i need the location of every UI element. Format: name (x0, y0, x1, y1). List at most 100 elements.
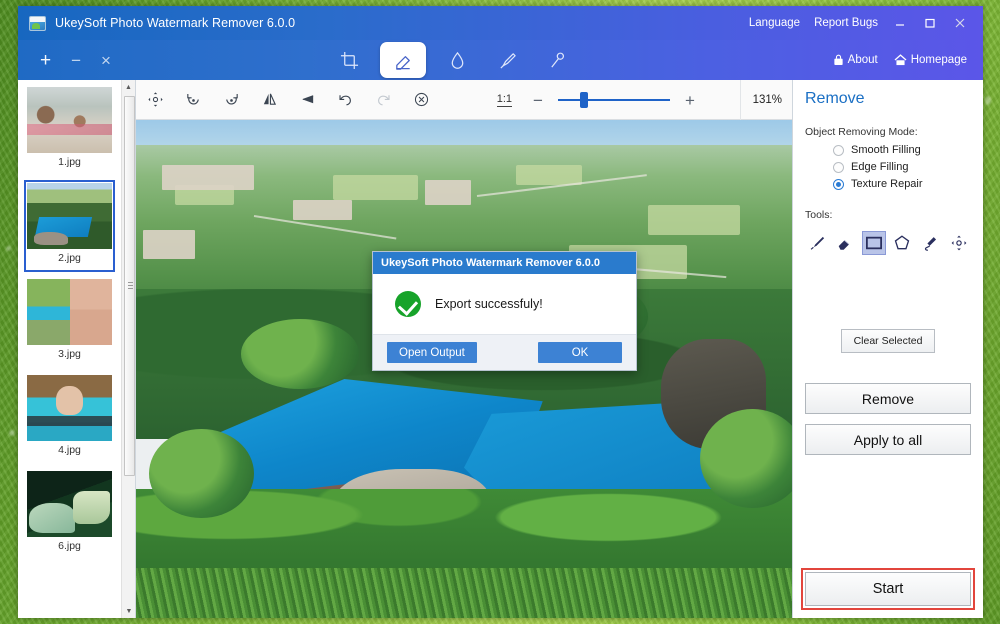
scroll-down-icon[interactable]: ▼ (122, 604, 135, 618)
language-link[interactable]: Language (742, 17, 807, 29)
move-selection-tool[interactable] (947, 231, 971, 255)
lock-icon (834, 54, 843, 66)
edit-toolbar: 1:1 − + 131% (136, 80, 792, 120)
lasso-select-tool[interactable] (918, 231, 942, 255)
homepage-label: Homepage (910, 54, 967, 66)
clear-selected-wrapper: Clear Selected (805, 329, 971, 353)
radio-icon (833, 161, 844, 173)
rotate-left-tool[interactable] (174, 80, 212, 120)
zoom-slider-handle[interactable] (580, 92, 588, 108)
thumbnail-label: 1.jpg (58, 156, 81, 168)
undo-tool[interactable] (326, 80, 364, 120)
pan-tool[interactable] (136, 80, 174, 120)
clear-files-button[interactable]: × (101, 52, 111, 69)
list-item[interactable]: 1.jpg (24, 84, 115, 176)
tool-tabs (324, 40, 582, 80)
tab-watermark[interactable] (432, 40, 482, 80)
flip-vertical-tool[interactable] (288, 80, 326, 120)
canvas-column: 1:1 − + 131% UkeySoft Photo Watermark Re… (136, 80, 793, 618)
flip-horizontal-tool[interactable] (250, 80, 288, 120)
tab-bar-right: About Homepage (827, 40, 973, 80)
about-label: About (847, 54, 878, 66)
dialog-body: Export successfuly! (373, 274, 636, 334)
start-button[interactable]: Start (805, 572, 971, 606)
radio-icon (833, 144, 844, 156)
photo-icon (29, 15, 46, 31)
dialog-footer: Open Output OK (373, 334, 636, 370)
thumbnail-scrollbar[interactable]: ▲ ▼ (121, 80, 135, 618)
zoom-slider[interactable] (558, 92, 670, 108)
mode-label-text: Texture Repair (851, 178, 923, 190)
apply-to-all-button[interactable]: Apply to all (805, 424, 971, 455)
thumbnail-label: 2.jpg (58, 252, 81, 264)
polygon-select-tool[interactable] (890, 231, 914, 255)
image-canvas[interactable]: UkeySoft Photo Watermark Remover 6.0.0 E… (136, 120, 792, 618)
scroll-up-icon[interactable]: ▲ (122, 80, 135, 94)
about-link[interactable]: About (827, 54, 884, 66)
zoom-percent-label: 131% (739, 80, 782, 120)
tab-crop[interactable] (324, 40, 374, 80)
mode-tab-bar: + − × About Homepage (18, 40, 983, 80)
desktop-highlight (9, 430, 15, 436)
desktop-highlight (985, 96, 991, 105)
tab-retouch[interactable] (482, 40, 532, 80)
title-bar: UkeySoft Photo Watermark Remover 6.0.0 L… (18, 6, 983, 40)
mode-radio-group: Smooth Filling Edge Filling Texture Repa… (833, 144, 971, 195)
maximize-button[interactable] (915, 8, 945, 38)
list-item[interactable]: 4.jpg (24, 372, 115, 464)
report-bugs-link[interactable]: Report Bugs (807, 17, 885, 29)
tool-buttons (805, 231, 971, 255)
open-output-button[interactable]: Open Output (387, 342, 477, 363)
window-title: UkeySoft Photo Watermark Remover 6.0.0 (55, 16, 296, 30)
brush-tool[interactable] (805, 231, 829, 255)
reset-tool[interactable] (402, 80, 440, 120)
home-icon (894, 54, 907, 66)
zoom-slider-track (558, 99, 670, 101)
file-buttons: + − × (40, 51, 111, 70)
zoom-out-button[interactable]: − (528, 90, 548, 110)
rectangle-select-tool[interactable] (861, 231, 887, 255)
minimize-button[interactable] (885, 8, 915, 38)
remove-button[interactable]: Remove (805, 383, 971, 414)
mode-label-text: Smooth Filling (851, 144, 921, 156)
panel-title: Remove (805, 90, 865, 107)
dialog-title: UkeySoft Photo Watermark Remover 6.0.0 (373, 252, 636, 274)
clear-selected-button[interactable]: Clear Selected (840, 329, 936, 353)
tab-magic[interactable] (532, 40, 582, 80)
ok-button[interactable]: OK (538, 342, 622, 363)
mode-edge-filling[interactable]: Edge Filling (833, 161, 971, 173)
start-button-highlight: Start (801, 568, 975, 610)
remove-file-button[interactable]: − (71, 52, 81, 69)
window-body: 1.jpg 2.jpg 3.jpg 4.jpg 6.jpg ▲ ▼ 1:1 − … (18, 80, 983, 618)
title-bar-right: Language Report Bugs (742, 6, 975, 40)
redo-tool (364, 80, 402, 120)
mode-label: Object Removing Mode: (805, 126, 918, 138)
list-item[interactable]: 3.jpg (24, 276, 115, 368)
rotate-right-tool[interactable] (212, 80, 250, 120)
dialog-overlay: UkeySoft Photo Watermark Remover 6.0.0 E… (136, 120, 792, 618)
zoom-in-button[interactable]: + (680, 90, 700, 110)
thumbnail-label: 6.jpg (58, 540, 81, 552)
add-file-button[interactable]: + (40, 51, 51, 70)
thumbnail-list[interactable]: 1.jpg 2.jpg 3.jpg 4.jpg 6.jpg (18, 80, 121, 618)
radio-icon (833, 178, 844, 190)
homepage-link[interactable]: Homepage (888, 54, 973, 66)
desktop-highlight (6, 246, 11, 251)
list-item[interactable]: 6.jpg (24, 468, 115, 560)
close-button[interactable] (945, 8, 975, 38)
thumbnail-image (27, 471, 112, 537)
mode-smooth-filling[interactable]: Smooth Filling (833, 144, 971, 156)
scrollbar-thumb[interactable] (124, 96, 135, 476)
tab-remove[interactable] (380, 42, 426, 78)
list-item[interactable]: 2.jpg (24, 180, 115, 272)
mode-texture-repair[interactable]: Texture Repair (833, 178, 971, 190)
mode-label-text: Edge Filling (851, 161, 909, 173)
zoom-ratio-button[interactable]: 1:1 (496, 93, 512, 107)
eraser-tool[interactable] (833, 231, 857, 255)
scrollbar-grip-icon (128, 282, 133, 290)
dialog-message: Export successfuly! (435, 297, 543, 311)
thumbnail-image (27, 279, 112, 345)
thumbnail-label: 3.jpg (58, 348, 81, 360)
tools-label: Tools: (805, 209, 833, 221)
success-check-icon (395, 291, 421, 317)
